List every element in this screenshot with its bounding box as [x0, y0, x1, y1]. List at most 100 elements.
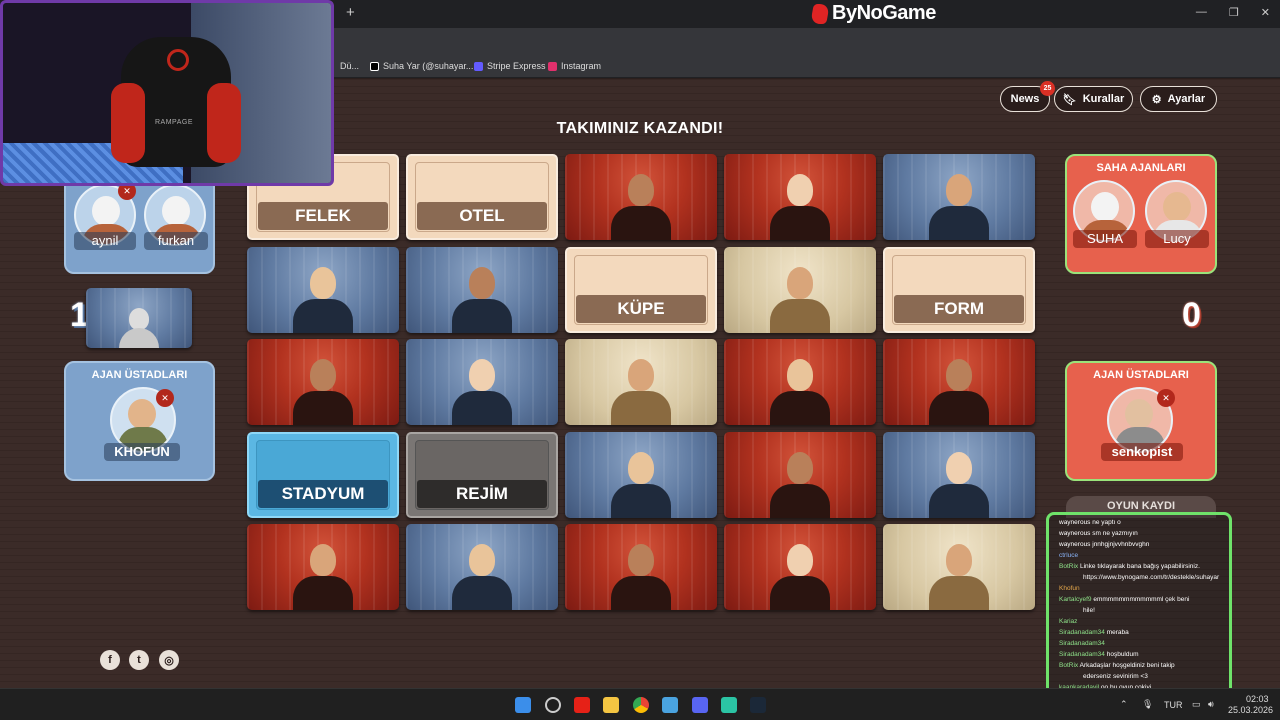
- app-icon[interactable]: [662, 697, 678, 713]
- agent-illustration: [293, 536, 353, 610]
- board-card[interactable]: [565, 524, 717, 610]
- agent-illustration: [611, 536, 671, 610]
- red-masters-panel: AJAN ÜSTADLARI ✕ senkopist: [1065, 361, 1217, 481]
- chrome-icon[interactable]: [633, 697, 649, 713]
- agent-illustration: [929, 444, 989, 518]
- chat-username: BotRix: [1059, 662, 1079, 669]
- snowman-face: [1091, 192, 1119, 222]
- board-card[interactable]: [724, 154, 876, 240]
- card-word: STADYUM: [258, 479, 388, 508]
- board-card[interactable]: [883, 339, 1035, 425]
- minimize-icon[interactable]: —: [1196, 6, 1207, 19]
- player-name: senkopist: [1101, 443, 1183, 461]
- board-card[interactable]: [883, 524, 1035, 610]
- board-card[interactable]: REJİM: [406, 431, 558, 518]
- chat-username: waynerous: [1059, 519, 1091, 526]
- microphone-icon[interactable]: 🎙︎: [1142, 699, 1153, 710]
- chat-message: Kariaz: [1059, 618, 1225, 625]
- bookmark-icon: 🔖︎: [1062, 93, 1077, 106]
- panel-title: SAHA AJANLARI: [1096, 162, 1186, 174]
- board-card[interactable]: [883, 431, 1035, 518]
- chat-username: waynerous: [1059, 541, 1091, 548]
- bookmark-item[interactable]: Suha Yar (@suhayar....: [370, 61, 476, 71]
- disconnected-icon: ✕: [156, 389, 174, 407]
- chat-message: Siradanadam34: [1059, 640, 1225, 647]
- restore-icon[interactable]: ❐: [1229, 6, 1239, 19]
- close-icon[interactable]: ✕: [1261, 6, 1270, 19]
- speedometer-icon[interactable]: [545, 697, 561, 713]
- player-name: aynil: [74, 232, 136, 250]
- bookmark-item[interactable]: Stripe Express: [474, 61, 546, 71]
- clock-time[interactable]: 02:03: [1246, 694, 1269, 704]
- chat-username: waynerous: [1059, 530, 1091, 537]
- new-tab-button[interactable]: +: [346, 4, 355, 21]
- chat-username: Khofun: [1059, 585, 1080, 592]
- board-card[interactable]: KÜPE: [565, 246, 717, 333]
- card-word: REJİM: [417, 479, 547, 508]
- disconnected-icon: ✕: [1157, 389, 1175, 407]
- folder-icon[interactable]: [603, 697, 619, 713]
- chat-message: https://www.bynogame.com/tr/destekle/suh…: [1059, 574, 1225, 581]
- game-board: FELEK OTEL KÜPE FORM STADYUM REJİM: [247, 154, 1035, 610]
- stream-chat-overlay: waynerous ne yaptı o waynerous sm ne yazm…: [1046, 512, 1232, 696]
- board-card[interactable]: OTEL: [406, 154, 558, 240]
- agent-illustration: [452, 259, 512, 333]
- board-card[interactable]: STADYUM: [247, 431, 399, 518]
- windows-start-icon[interactable]: [515, 697, 531, 713]
- rules-button[interactable]: 🔖︎ Kurallar: [1054, 86, 1133, 112]
- clock-date[interactable]: 25.03.2026: [1228, 705, 1273, 715]
- instagram-icon[interactable]: ◎: [159, 650, 179, 670]
- board-card[interactable]: [247, 246, 399, 333]
- facebook-icon[interactable]: f: [100, 650, 120, 670]
- agent-illustration: [770, 351, 830, 425]
- board-card[interactable]: [883, 154, 1035, 240]
- window-controls: — ❐ ✕: [1196, 6, 1270, 19]
- agent-illustration: [611, 444, 671, 518]
- volume-icon[interactable]: 🔊︎: [1208, 699, 1214, 710]
- language-indicator[interactable]: TUR: [1164, 700, 1183, 710]
- board-card[interactable]: [724, 524, 876, 610]
- board-card[interactable]: [406, 524, 558, 610]
- chat-message: Khofun: [1059, 585, 1225, 592]
- board-card[interactable]: [406, 339, 558, 425]
- chat-text: sm ne yazmıyın: [1092, 530, 1138, 537]
- snowman-face: [92, 196, 120, 226]
- board-card[interactable]: [565, 339, 717, 425]
- board-card[interactable]: [247, 524, 399, 610]
- board-card[interactable]: FORM: [883, 246, 1035, 333]
- card-word: OTEL: [417, 202, 547, 230]
- board-card[interactable]: [724, 246, 876, 333]
- youtube-icon[interactable]: [574, 697, 590, 713]
- chat-message: ederseniz sevinirim <3: [1059, 673, 1225, 680]
- board-card[interactable]: [724, 339, 876, 425]
- board-card[interactable]: [247, 339, 399, 425]
- news-button[interactable]: News 25: [1000, 81, 1055, 112]
- chat-username: Kartalcyef9: [1059, 596, 1092, 603]
- agent-illustration: [611, 166, 671, 240]
- chat-text: emmmmmmmmmmmml çek beni: [1093, 596, 1190, 603]
- chat-text: ederseniz sevinirim <3: [1083, 673, 1148, 680]
- chat-username: ctrluce: [1059, 552, 1079, 559]
- steam-icon[interactable]: [750, 697, 766, 713]
- red-score: 0: [1182, 296, 1201, 334]
- tray-chevron-icon[interactable]: ⌃: [1120, 699, 1128, 710]
- board-card[interactable]: [406, 246, 558, 333]
- board-card[interactable]: [724, 431, 876, 518]
- red-agents-panel: SAHA AJANLARI SUHA Lucy: [1065, 154, 1217, 274]
- dog-agent: [119, 302, 159, 348]
- board-card[interactable]: [565, 154, 717, 240]
- bookmark-item[interactable]: Instagram: [548, 61, 601, 71]
- network-icon[interactable]: ▭: [1192, 699, 1201, 710]
- chat-username: Kariaz: [1059, 618, 1078, 625]
- settings-button[interactable]: ⚙ Ayarlar: [1140, 86, 1217, 112]
- chat-text: Linke tıklayarak bana bağış yapabilirsin…: [1079, 563, 1200, 570]
- blue-remaining-card: [86, 288, 192, 348]
- chat-text: Arkadaşlar hoşgeldiniz beni takip: [1079, 662, 1175, 669]
- agent-illustration: [293, 351, 353, 425]
- twitter-icon[interactable]: t: [129, 650, 149, 670]
- panel-title: AJAN ÜSTADLARI: [1093, 369, 1189, 381]
- board-card[interactable]: [565, 431, 717, 518]
- app-icon[interactable]: [721, 697, 737, 713]
- bookmark-item[interactable]: Dü...: [340, 61, 359, 71]
- discord-icon[interactable]: [692, 697, 708, 713]
